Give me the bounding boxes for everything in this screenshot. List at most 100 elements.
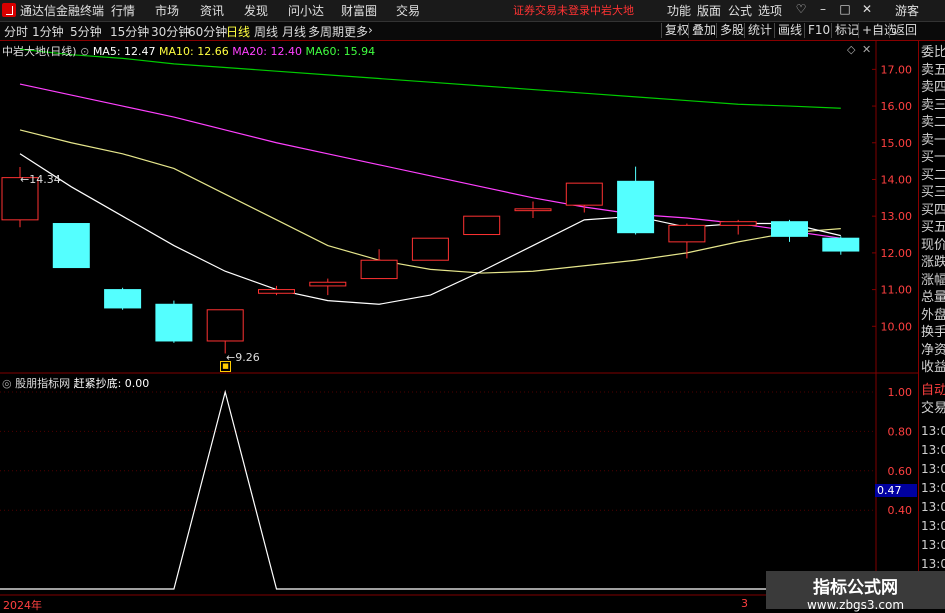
ma5-label: MA5: 12.47 bbox=[92, 45, 156, 58]
btn-huaxian[interactable]: 画线 bbox=[774, 23, 805, 38]
btn-diejia[interactable]: 叠加 bbox=[688, 23, 719, 38]
quote-label: 卖五 bbox=[921, 62, 945, 78]
trade-time: 13:09 bbox=[921, 519, 945, 533]
minimize-icon[interactable]: – bbox=[812, 2, 834, 16]
period-weekly[interactable]: 周线 bbox=[254, 23, 278, 40]
menu-item-hangqing[interactable]: 行情 bbox=[111, 2, 135, 19]
btn-fanhui[interactable]: 返回 bbox=[889, 23, 920, 38]
price-tick-label: 10.00 bbox=[881, 320, 913, 333]
quote-label: 买一 bbox=[921, 150, 945, 165]
candle-body bbox=[155, 303, 193, 342]
watermark-title: 指标公式网 bbox=[813, 578, 898, 598]
maximize-icon[interactable]: □ bbox=[834, 2, 856, 16]
quote-label: 涨幅 bbox=[921, 272, 945, 288]
period-more[interactable]: 更多 bbox=[344, 23, 368, 40]
quote-label: 总量 bbox=[921, 290, 945, 305]
menu-item-banmian[interactable]: 版面 bbox=[697, 2, 721, 19]
menu-bar: 通达信金融终端 行情 市场 资讯 发现 问小达 财富圈 交易 证券交易未登录 中… bbox=[0, 0, 945, 22]
chevron-right-icon[interactable]: › bbox=[368, 23, 373, 37]
candle-body bbox=[565, 182, 603, 206]
auto-trade-label[interactable]: 交易 bbox=[921, 400, 945, 418]
menu-item-faxian[interactable]: 发现 bbox=[244, 2, 268, 19]
candle bbox=[104, 287, 142, 310]
candle bbox=[668, 223, 706, 259]
price-tick-label: 15.00 bbox=[881, 137, 913, 150]
close-icon[interactable]: ✕ bbox=[856, 2, 878, 16]
period-fenshi[interactable]: 分时 bbox=[4, 23, 28, 40]
candle bbox=[565, 182, 603, 213]
high-annotation: ←14.34 bbox=[20, 173, 61, 186]
period-multi[interactable]: 多周期 bbox=[308, 23, 344, 40]
quote-label: 卖四 bbox=[921, 80, 945, 95]
period-monthly[interactable]: 月线 bbox=[282, 23, 306, 40]
quote-label: 卖二 bbox=[921, 115, 945, 130]
event-marker-icon[interactable]: ■ bbox=[220, 361, 231, 372]
candle-body bbox=[411, 237, 449, 261]
menu-item-wenxiaoda[interactable]: 问小达 bbox=[288, 2, 324, 19]
candle bbox=[771, 219, 808, 242]
btn-f10[interactable]: F10 bbox=[804, 23, 833, 38]
candle bbox=[206, 309, 244, 354]
price-tick-label: 13.00 bbox=[881, 210, 913, 223]
menu-item-xuanxiang[interactable]: 选项 bbox=[758, 2, 782, 19]
month-label: 3 bbox=[741, 597, 748, 610]
price-axis: 17.00 16.00 15.00 14.00 13.00 12.00 11.00 10.00… bbox=[881, 63, 913, 517]
candle bbox=[258, 285, 295, 296]
candle bbox=[52, 223, 90, 269]
sub-tick-label: 0.40 bbox=[888, 504, 913, 517]
menu-item-gongshi[interactable]: 公式 bbox=[728, 2, 752, 19]
close-chart-icon[interactable]: ✕ bbox=[862, 43, 871, 56]
watermark: 指标公式网 www.zbgs3.com bbox=[766, 571, 945, 612]
indicator-value: 赶紧抄底: 0.00 bbox=[73, 377, 150, 390]
sub-legend: ◎ 股朋指标网 赶紧抄底: 0.00 bbox=[2, 375, 149, 391]
quote-label: 买三 bbox=[921, 185, 945, 200]
candle-body bbox=[719, 221, 757, 226]
menu-item-caifuquan[interactable]: 财富圈 bbox=[341, 2, 377, 19]
period-toolbar: 分时 1分钟 5分钟 15分钟 30分钟 60分钟 日线 周线 月线 多周期 更… bbox=[0, 22, 945, 41]
period-15min[interactable]: 15分钟 bbox=[110, 23, 149, 40]
menu-item-jiaoyi[interactable]: 交易 bbox=[396, 2, 420, 19]
candle-body bbox=[104, 289, 142, 309]
indicator-marker: 0.47 bbox=[875, 484, 917, 497]
candle bbox=[155, 300, 193, 343]
candle bbox=[463, 215, 501, 236]
period-daily[interactable]: 日线 bbox=[226, 23, 250, 40]
settings-icon[interactable]: ◇ bbox=[847, 43, 855, 56]
window-controls: ♡ – □ ✕ bbox=[790, 2, 878, 16]
price-tick-label: 12.00 bbox=[881, 247, 913, 260]
ma-lines bbox=[19, 48, 841, 305]
candle bbox=[719, 219, 757, 235]
candle-body bbox=[617, 180, 655, 234]
indicator-toggle-icon[interactable]: ◎ bbox=[2, 377, 12, 390]
year-label: 2024年 bbox=[3, 599, 42, 612]
period-5min[interactable]: 5分钟 bbox=[70, 23, 102, 40]
auto-trade-label[interactable]: 自动 bbox=[921, 382, 945, 400]
btn-tongji[interactable]: 统计 bbox=[744, 23, 775, 38]
stock-name-header: 中岩大地 bbox=[590, 4, 634, 17]
menu-item-gongneng[interactable]: 功能 bbox=[667, 2, 691, 19]
chart-grid bbox=[0, 41, 918, 609]
sub-tick-label: 1.00 bbox=[888, 386, 913, 399]
ma20-line bbox=[19, 83, 841, 239]
btn-duogu[interactable]: 多股 bbox=[716, 23, 747, 38]
candle bbox=[514, 201, 552, 219]
menu-item-shichang[interactable]: 市场 bbox=[155, 2, 179, 19]
quote-label: 卖一 bbox=[921, 132, 945, 148]
low-annotation: ←9.26 bbox=[226, 351, 260, 364]
kline-chart[interactable]: 17.00 16.00 15.00 14.00 13.00 12.00 11.00 10.00… bbox=[0, 41, 918, 609]
quote-label: 收益 bbox=[921, 360, 945, 375]
period-60min[interactable]: 60分钟 bbox=[188, 23, 227, 40]
trade-time: 13:08 bbox=[921, 443, 945, 457]
candle-body bbox=[822, 237, 860, 252]
price-tick-label: 11.00 bbox=[881, 284, 913, 297]
message-icon[interactable]: ♡ bbox=[790, 2, 812, 16]
quote-label: 现价 bbox=[921, 237, 945, 253]
menu-item-zixun[interactable]: 资讯 bbox=[200, 2, 224, 19]
candle-body bbox=[52, 223, 90, 269]
quote-label: 卖三 bbox=[921, 97, 945, 113]
period-30min[interactable]: 30分钟 bbox=[151, 23, 190, 40]
guest-label[interactable]: 游客 bbox=[895, 2, 919, 19]
login-status[interactable]: 证券交易未登录 bbox=[513, 2, 590, 18]
period-1min[interactable]: 1分钟 bbox=[32, 23, 64, 40]
collapse-icon[interactable]: ⊙ bbox=[80, 45, 89, 58]
